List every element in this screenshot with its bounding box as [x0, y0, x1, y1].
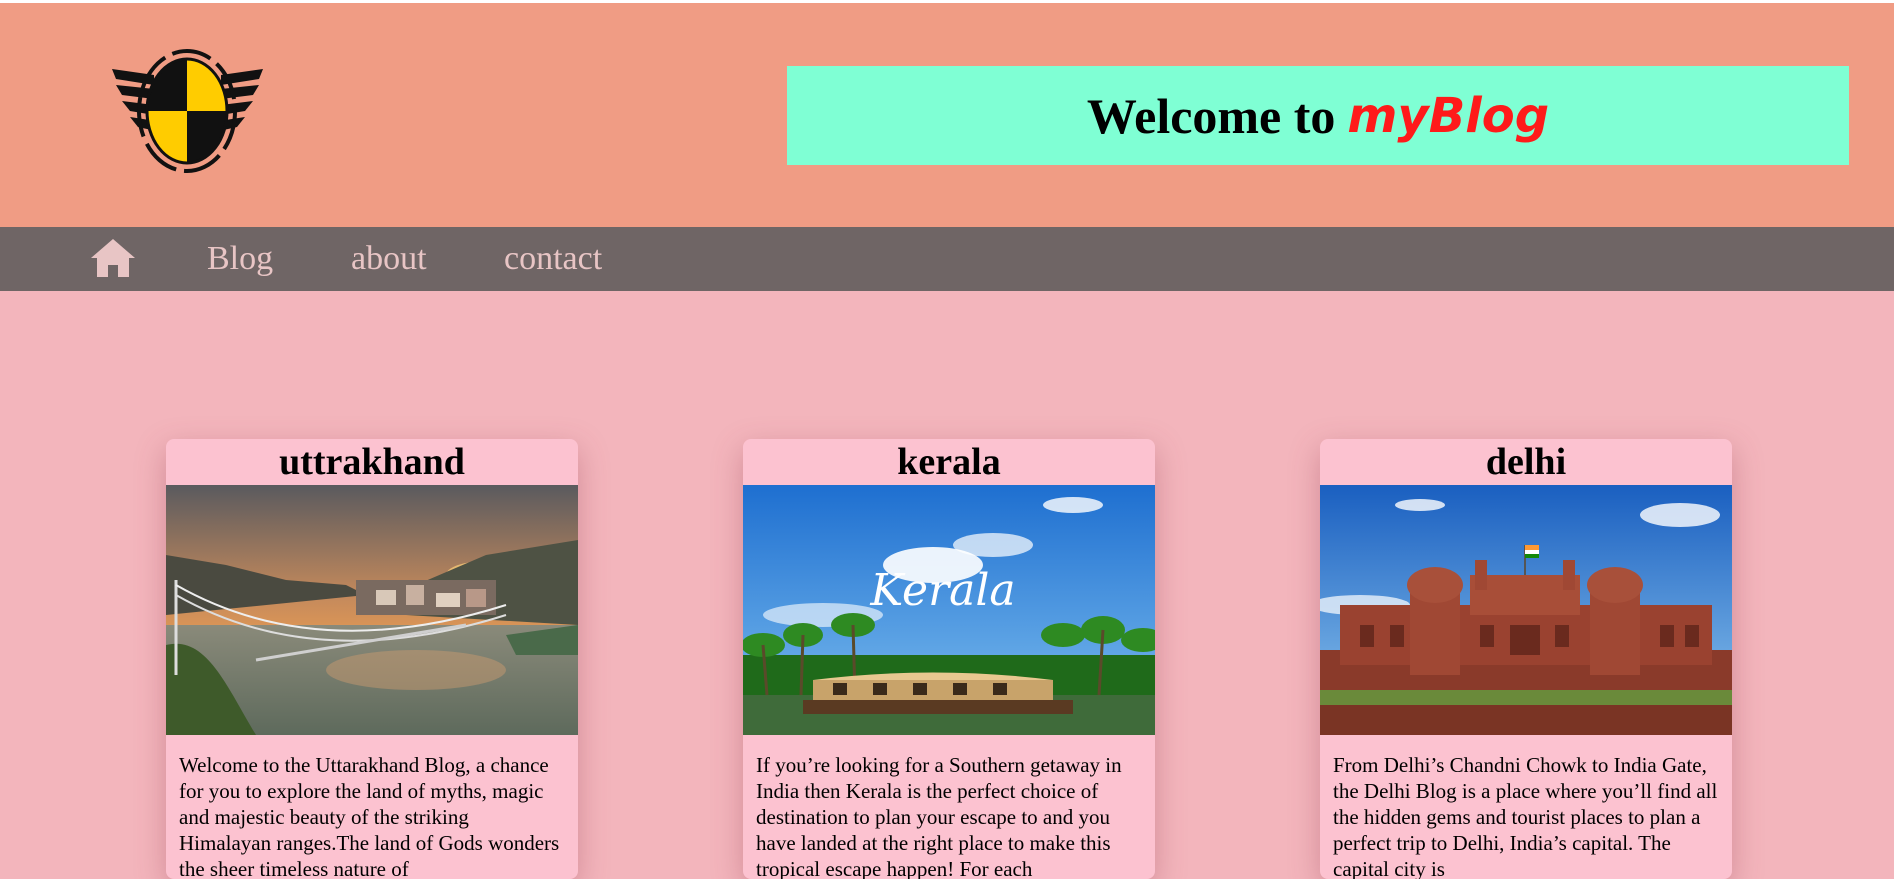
site-header: Welcome to myBlog	[0, 3, 1894, 227]
welcome-banner: Welcome to myBlog	[787, 66, 1849, 165]
card-kerala[interactable]: kerala Kerala If you’re looking for a So…	[743, 439, 1155, 879]
card-text: Welcome to the Uttarakhand Blog, a chanc…	[179, 753, 560, 879]
card-uttrakhand[interactable]: uttrakhand Welcome to the Uttarakhand Bl…	[166, 439, 578, 879]
home-icon[interactable]	[90, 237, 136, 279]
svg-text:Kerala: Kerala	[869, 565, 1015, 616]
card-title: kerala	[897, 441, 1001, 483]
card-image-kerala: Kerala	[743, 485, 1155, 735]
card-text: If you’re looking for a Southern getaway…	[756, 753, 1122, 879]
card-image-delhi	[1320, 485, 1732, 735]
card-image-uttrakhand	[166, 485, 578, 735]
brand-name: myBlog	[1347, 87, 1550, 144]
nav-link-contact[interactable]: contact	[504, 240, 602, 278]
welcome-text: Welcome to	[1086, 87, 1336, 144]
nav-link-blog[interactable]: Blog	[207, 240, 273, 278]
card-delhi[interactable]: delhi From Delhi’s Chandni Chowk to Indi…	[1320, 439, 1732, 879]
site-logo	[112, 49, 263, 173]
card-title: delhi	[1485, 441, 1567, 483]
main-nav: Blog about contact	[0, 227, 1894, 291]
nav-link-about[interactable]: about	[351, 240, 427, 278]
card-title: uttrakhand	[279, 441, 465, 483]
card-text: From Delhi’s Chandni Chowk to India Gate…	[1333, 753, 1718, 879]
